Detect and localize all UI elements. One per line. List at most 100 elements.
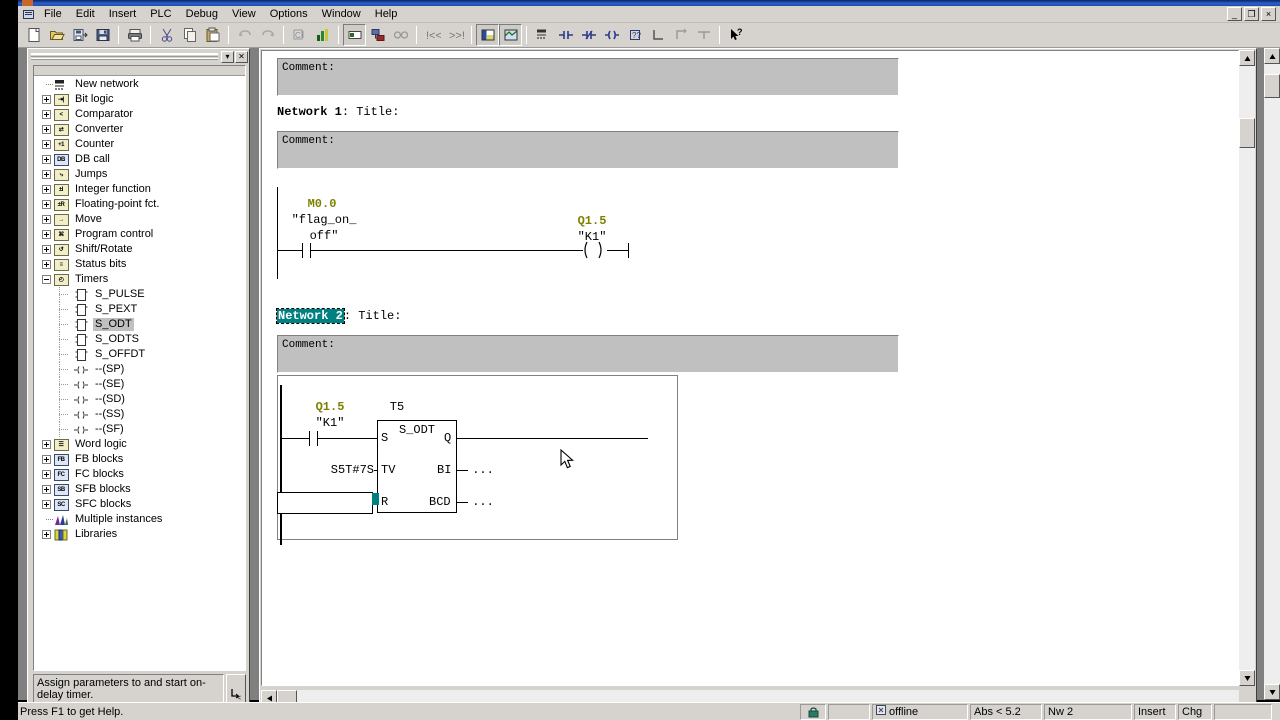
tree-item-sfb-blocks[interactable]: SB SFB blocks [34,482,245,497]
tree-expander[interactable] [40,197,53,212]
network-download-icon[interactable] [366,24,389,46]
panel-grip[interactable] [31,53,218,60]
tree-item-shift-rotate[interactable]: ↺ Shift/Rotate [34,242,245,257]
menu-file[interactable]: File [37,7,69,22]
new-network-icon[interactable] [531,24,554,46]
plus-icon[interactable] [42,455,51,464]
branch-end-icon[interactable] [692,24,715,46]
tree-item-se[interactable]: --(SE) [34,377,245,392]
tree-expander[interactable] [40,257,53,272]
plus-icon[interactable] [42,215,51,224]
tree-item-program-control[interactable]: ⌘ Program control [34,227,245,242]
tree-item-counter[interactable]: +1 Counter [34,137,245,152]
tree-item-word-logic[interactable]: ☰ Word logic [34,437,245,452]
layout-icon[interactable] [499,24,522,46]
symbol-table-icon[interactable] [343,24,366,46]
plus-icon[interactable] [42,170,51,179]
network-2-timer-name[interactable]: T5 [352,400,442,414]
editor-vertical-scrollbar[interactable] [1239,50,1255,686]
tree-item-s-offdt[interactable]: S_OFFDT [34,347,245,362]
menu-help[interactable]: Help [368,7,405,22]
pin-R[interactable]: R [381,495,388,509]
pin-Q[interactable]: Q [444,431,451,445]
tree-item-fc-blocks[interactable]: FC FC blocks [34,467,245,482]
tree-expander[interactable] [40,437,53,452]
tree-item-comparator[interactable]: < Comparator [34,107,245,122]
workspace-vertical-scrollbar[interactable] [1264,48,1280,700]
plus-icon[interactable] [42,485,51,494]
tree-item-ss[interactable]: --(SS) [34,407,245,422]
tree-expander[interactable] [40,212,53,227]
vscroll-thumb[interactable] [1239,118,1255,148]
pin-BI[interactable]: BI [437,463,451,477]
reset-input-field[interactable] [277,492,373,514]
plus-icon[interactable] [42,110,51,119]
network-2-title[interactable]: Network 2: Title: [276,308,401,324]
tree-item-jumps[interactable]: ⤷ Jumps [34,167,245,182]
tree-expander[interactable] [40,182,53,197]
plus-icon[interactable] [42,125,51,134]
workspace-scroll-up[interactable] [1264,48,1280,64]
tree-item-new-network[interactable]: New network [34,77,245,92]
next-error-icon[interactable]: >>! [444,24,467,46]
tree-expander[interactable] [40,452,53,467]
minimize-button[interactable]: _ [1227,7,1242,21]
close-icon[interactable]: ✕ [235,50,248,63]
network-1-coil-address[interactable]: Q1.5 [562,214,622,228]
close-button[interactable]: × [1261,7,1276,21]
element-tree[interactable]: New network ⇥| Bit logic < Comparator ⇄ Conver… [33,65,246,671]
monitor-icon[interactable] [311,24,334,46]
tree-item-db-call[interactable]: DB DB call [34,152,245,167]
contact-nc-icon[interactable] [577,24,600,46]
menu-view[interactable]: View [225,7,263,22]
tree-item-fb-blocks[interactable]: FB FB blocks [34,452,245,467]
pin-TV[interactable]: TV [381,463,395,477]
tree-item-integer-function[interactable]: ±I Integer function [34,182,245,197]
network-1-title[interactable]: Network 1: Title: [277,105,399,119]
plus-icon[interactable] [42,200,51,209]
save-icon[interactable] [91,24,114,46]
network-2-label[interactable]: Network 2 [276,308,345,324]
network-1-comment[interactable]: Comment: [277,131,899,169]
pin-S[interactable]: S [381,431,388,445]
tree-item-status-bits[interactable]: ≡ Status bits [34,257,245,272]
coil-icon[interactable] [600,24,623,46]
workspace-vscroll-track[interactable] [1264,64,1280,684]
tree-expander[interactable] [40,272,53,287]
tree-expander[interactable] [40,482,53,497]
tree-item-s-odts[interactable]: S_ODTS [34,332,245,347]
network-1-contact-symbol-line1[interactable]: "flag_on_ [274,213,374,227]
network-1-contact-symbol-line2[interactable]: off" [274,229,374,243]
tree-expander[interactable] [40,107,53,122]
first-error-icon[interactable]: !<< [421,24,444,46]
plus-icon[interactable] [42,470,51,479]
plus-icon[interactable] [42,530,51,539]
network-2-comment[interactable]: Comment: [277,335,899,373]
menu-options[interactable]: Options [263,7,315,22]
plus-icon[interactable] [42,500,51,509]
tree-item-sd[interactable]: --(SD) [34,392,245,407]
tree-item-sf[interactable]: --(SF) [34,422,245,437]
open-icon[interactable] [45,24,68,46]
scroll-up-button[interactable] [1239,50,1255,66]
branch-close-icon[interactable] [669,24,692,46]
plus-icon[interactable] [42,95,51,104]
tree-expander[interactable] [40,167,53,182]
scroll-down-button[interactable] [1239,670,1255,686]
tree-expander[interactable] [40,122,53,137]
branch-open-icon[interactable] [646,24,669,46]
workspace-vscroll-thumb[interactable] [1264,74,1280,98]
tree-expander[interactable] [40,137,53,152]
menu-insert[interactable]: Insert [102,7,144,22]
cut-icon[interactable] [155,24,178,46]
tree-expander[interactable] [40,227,53,242]
plus-icon[interactable] [42,440,51,449]
overviews-icon[interactable] [476,24,499,46]
network-2-contact-address[interactable]: Q1.5 [300,400,360,414]
network-2-contact-symbol[interactable]: "K1" [300,416,360,430]
network-1-contact-address[interactable]: M0.0 [292,197,352,211]
tree-item-multiple-instances[interactable]: Multiple instances [34,512,245,527]
menu-window[interactable]: Window [315,7,368,22]
minus-icon[interactable] [42,275,51,284]
tree-expander[interactable] [40,242,53,257]
